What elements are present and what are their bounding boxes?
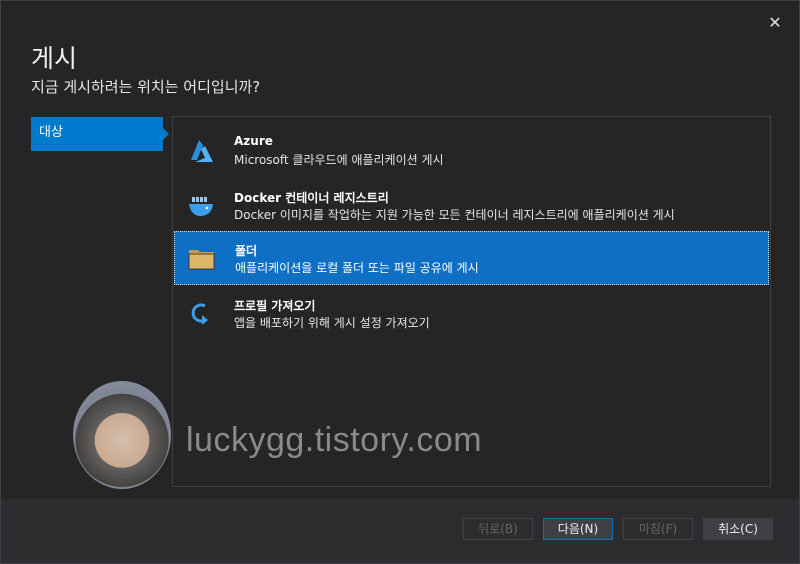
option-description: Docker 이미지를 작업하는 지원 가능한 모든 컨테이너 레지스트리에 애… (234, 208, 675, 222)
sidebar-item-target[interactable]: 대상 (31, 117, 169, 151)
close-button[interactable]: ✕ (765, 13, 785, 33)
folder-icon (187, 244, 217, 274)
back-button[interactable]: 뒤로(B) (463, 518, 533, 540)
finish-button[interactable]: 마침(F) (623, 518, 693, 540)
docker-icon (186, 191, 216, 221)
close-icon: ✕ (768, 13, 782, 32)
option-azure[interactable]: Azure Microsoft 클라우드에 애플리케이션 게시 (174, 124, 769, 178)
option-title: Azure (234, 134, 273, 148)
import-profile-icon (186, 299, 216, 329)
sidebar: 대상 (31, 117, 169, 151)
dialog-footer: 뒤로(B) 다음(N) 마침(F) 취소(C) (1, 499, 799, 563)
option-docker[interactable]: Docker 컨테이너 레지스트리 Docker 이미지를 작업하는 지원 가능… (174, 179, 769, 233)
watermark: luckygg.tistory.com (186, 421, 483, 459)
option-description: 앱을 배포하기 위해 게시 설정 가져오기 (234, 316, 430, 330)
option-title: 프로필 가져오기 (234, 299, 316, 313)
cancel-button[interactable]: 취소(C) (703, 518, 773, 540)
dialog-title: 게시 (31, 44, 78, 73)
publish-dialog: ✕ 게시 지금 게시하려는 위치는 어디입니까? 대상 Azure Micros… (0, 0, 800, 564)
avatar (73, 381, 171, 489)
dialog-subtitle: 지금 게시하려는 위치는 어디입니까? (31, 78, 261, 96)
option-import-profile[interactable]: 프로필 가져오기 앱을 배포하기 위해 게시 설정 가져오기 (174, 287, 769, 341)
next-button[interactable]: 다음(N) (543, 518, 613, 540)
option-description: 애플리케이션을 로컬 폴더 또는 파일 공유에 게시 (235, 261, 479, 275)
option-description: Microsoft 클라우드에 애플리케이션 게시 (234, 153, 444, 167)
option-folder[interactable]: 폴더 애플리케이션을 로컬 폴더 또는 파일 공유에 게시 (174, 231, 769, 285)
option-title: 폴더 (235, 244, 258, 258)
sidebar-item-label: 대상 (39, 125, 63, 140)
azure-icon (186, 136, 216, 166)
option-title: Docker 컨테이너 레지스트리 (234, 191, 389, 205)
